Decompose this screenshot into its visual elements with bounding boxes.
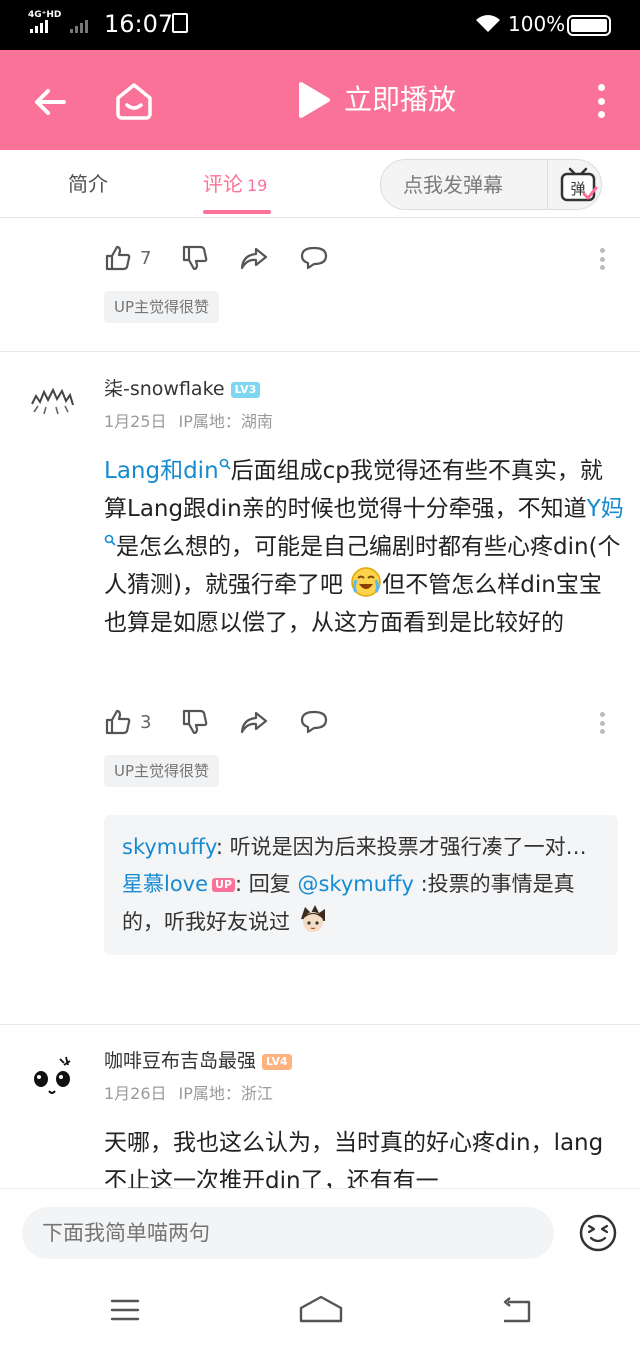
system-nav-bar [0,1278,640,1351]
mention-link[interactable]: @skymuffy [297,872,413,896]
reply-item: skymuffy: 听说是因为后来投票才强行凑了一对… [122,835,587,859]
username-text: 咖啡豆布吉岛最强 [104,1050,257,1072]
back-nav-icon[interactable] [498,1296,532,1324]
reply-username[interactable]: skymuffy [122,835,216,859]
tab-comments[interactable]: 评论 19 [203,170,267,200]
network-indicator: 4G⁺HD [28,10,62,20]
level-badge: LV3 [230,382,261,398]
thumbs-down-icon [183,245,208,271]
danmaku-toggle-icon[interactable]: 弹 [558,166,598,204]
like-button[interactable]: 7 [104,244,151,272]
more-options-icon[interactable] [596,84,606,118]
battery-icon [567,15,611,36]
avatar[interactable] [24,374,80,430]
comment-count: 19 [247,176,268,195]
keyword-link[interactable]: Lang和din [104,458,231,484]
like-button[interactable]: 3 [104,708,151,736]
comment-date: 1月26日 [104,1084,167,1103]
anime-character-emoji-icon [300,905,325,932]
video-header: 立即播放 [0,50,640,150]
active-tab-indicator [203,210,271,214]
comment-meta: 1月26日 IP属地：浙江 [104,1083,273,1105]
up-badge: UP [212,878,236,892]
comment-username[interactable]: 咖啡豆布吉岛最强 LV4 [104,1048,292,1074]
home-icon[interactable] [112,78,156,122]
comment-divider [0,351,640,352]
comment-date: 1月25日 [104,412,167,431]
play-now-button[interactable]: 立即播放 [344,80,456,120]
battery-percent: 100% [508,12,566,36]
like-count: 3 [140,711,152,733]
comment-more-icon[interactable] [600,712,606,734]
username-text: 柒-snowflake [104,378,225,400]
danmaku-placeholder: 点我发弹幕 [403,173,503,197]
tab-intro[interactable]: 简介 [68,170,108,198]
ip-location: IP属地：湖南 [178,412,273,431]
comment-text: Lang和din 后面组成cp我觉得还有些不真实，就算Lang跟din亲的时候也觉… [104,458,624,636]
thumbs-up-icon [105,709,131,735]
wifi-icon [476,15,500,32]
home-nav-icon[interactable] [298,1294,344,1324]
like-count: 7 [140,247,152,269]
level-badge: LV4 [262,1054,292,1070]
signal-2-icon [70,20,88,33]
reply-button[interactable] [299,244,329,272]
avatar[interactable] [24,1047,80,1103]
up-liked-tag: UP主觉得很赞 [104,291,220,323]
share-button[interactable] [239,708,269,736]
clock: 16:07 [104,10,174,38]
share-icon [241,711,268,734]
comment-username[interactable]: 柒-snowflake LV3 [104,376,261,402]
back-arrow-icon[interactable] [30,82,70,122]
comment-bubble-icon [301,246,328,270]
status-bar: 4G⁺HD 16:07 100% [0,0,640,50]
dislike-button[interactable] [181,708,209,736]
comment-list[interactable]: 7 UP主觉得很赞 柒-snowflake LV3 1月25日 IP属地：湖南 La… [0,218,640,1188]
danmaku-input[interactable]: 点我发弹幕 弹 [380,159,602,210]
share-button[interactable] [239,244,269,272]
reply-preview-box[interactable]: skymuffy: 听说是因为后来投票才强行凑了一对… 星慕love UP: 回复… [104,815,618,955]
search-icon [219,458,231,470]
notification-icon [172,13,188,33]
recent-apps-icon[interactable] [110,1298,140,1322]
share-icon [241,247,268,270]
comment-divider [0,1024,640,1025]
ip-location: IP属地：浙江 [178,1084,273,1103]
thumbs-down-icon [183,709,208,735]
comment-actions: 3 [104,707,359,737]
comment-meta: 1月25日 IP属地：湖南 [104,411,273,433]
comment-bubble-icon [301,710,328,734]
crying-laugh-emoji-icon [351,567,382,597]
emoji-picker-icon[interactable] [578,1213,618,1253]
dislike-button[interactable] [181,244,209,272]
reply-username[interactable]: 星慕love [122,872,208,896]
play-icon[interactable] [296,80,332,120]
comment-input-bar [0,1188,640,1278]
search-icon [104,534,116,546]
up-liked-tag: UP主觉得很赞 [104,755,220,787]
tab-comments-label: 评论 [203,172,243,196]
signal-icon [30,20,48,33]
divider [547,160,548,209]
comment-actions: 7 [104,243,359,273]
comment-input[interactable] [22,1207,554,1259]
reply-button[interactable] [299,708,329,736]
comment-text: 天哪，我也这么认为，当时真的好心疼din，lang不止这一次推开din了，还有有… [104,1130,604,1188]
comment-more-icon[interactable] [600,248,606,270]
thumbs-up-icon [105,245,131,271]
reply-item: 星慕love UP: 回复 @skymuffy :投票的事情是真的，听我好友说过 [122,872,575,934]
